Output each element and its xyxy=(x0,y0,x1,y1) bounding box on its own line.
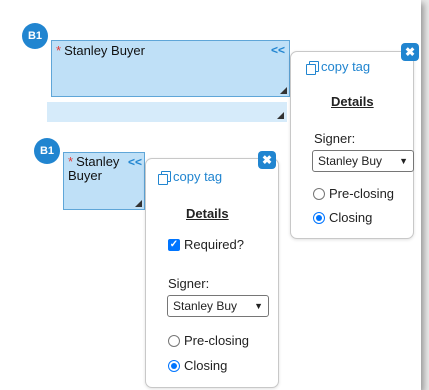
collapse-button[interactable]: << xyxy=(128,155,142,169)
radio-label: Closing xyxy=(184,358,228,373)
chevron-down-icon: ▼ xyxy=(254,301,263,311)
required-asterisk: * xyxy=(56,43,62,58)
required-checkbox-row[interactable]: ✓ Required? xyxy=(168,237,244,252)
signer-label: Signer: xyxy=(168,276,210,291)
radio-label: Pre-closing xyxy=(329,186,395,201)
signer-select-value: Stanley Buy xyxy=(173,299,238,313)
field-badge: B1 xyxy=(22,23,48,49)
radio-button-selected[interactable] xyxy=(313,211,325,224)
radio-button-selected[interactable] xyxy=(168,359,180,372)
copy-icon xyxy=(306,60,319,75)
signature-field-small[interactable]: * Stanley Buyer << xyxy=(63,152,145,210)
signer-select-value: Stanley Buy xyxy=(318,154,383,168)
document-canvas: B1 * Stanley Buyer << copy tag Details Si… xyxy=(0,0,421,390)
details-heading: Details xyxy=(331,94,374,109)
field-text: * Stanley Buyer xyxy=(56,44,145,58)
resize-handle-icon[interactable] xyxy=(135,200,142,207)
signer-name-line1: Stanley xyxy=(76,154,120,169)
signer-select[interactable]: Stanley Buy ▼ xyxy=(312,150,414,172)
close-button[interactable]: ✖ xyxy=(258,151,276,169)
copy-tag-label: copy tag xyxy=(173,169,223,184)
copy-tag-link[interactable]: copy tag xyxy=(306,59,371,75)
required-label: Required? xyxy=(184,237,244,252)
radio-closing[interactable]: Closing xyxy=(313,210,372,225)
copy-icon xyxy=(158,170,171,185)
radio-label: Pre-closing xyxy=(184,333,250,348)
resize-handle-icon[interactable] xyxy=(280,87,287,94)
signer-name-line2: Buyer xyxy=(68,168,102,183)
signature-field-bar[interactable] xyxy=(47,102,287,122)
details-heading: Details xyxy=(186,206,229,221)
radio-closing[interactable]: Closing xyxy=(168,358,227,373)
signer-select[interactable]: Stanley Buy ▼ xyxy=(167,295,269,317)
checkbox-checked-icon[interactable]: ✓ xyxy=(168,238,180,251)
close-button[interactable]: ✖ xyxy=(401,43,419,61)
field-badge: B1 xyxy=(34,138,60,164)
required-asterisk: * xyxy=(68,154,74,169)
collapse-button[interactable]: << xyxy=(271,43,285,57)
resize-handle-icon[interactable] xyxy=(277,112,284,119)
radio-label: Closing xyxy=(329,210,373,225)
field-text: * Stanley Buyer xyxy=(68,155,119,183)
radio-pre-closing[interactable]: Pre-closing xyxy=(313,186,394,201)
signature-field-large[interactable]: * Stanley Buyer << xyxy=(51,40,290,97)
radio-pre-closing[interactable]: Pre-closing xyxy=(168,333,249,348)
chevron-down-icon: ▼ xyxy=(399,156,408,166)
signer-label: Signer: xyxy=(314,131,356,146)
radio-button[interactable] xyxy=(168,334,180,347)
details-panel-1: copy tag Details Signer: Stanley Buy ▼ P… xyxy=(290,51,414,239)
signer-name: Stanley Buyer xyxy=(64,43,145,58)
details-panel-2: copy tag Details ✓ Required? Signer: Sta… xyxy=(145,158,279,388)
copy-tag-link[interactable]: copy tag xyxy=(158,169,223,185)
radio-button[interactable] xyxy=(313,187,325,200)
copy-tag-label: copy tag xyxy=(321,59,371,74)
